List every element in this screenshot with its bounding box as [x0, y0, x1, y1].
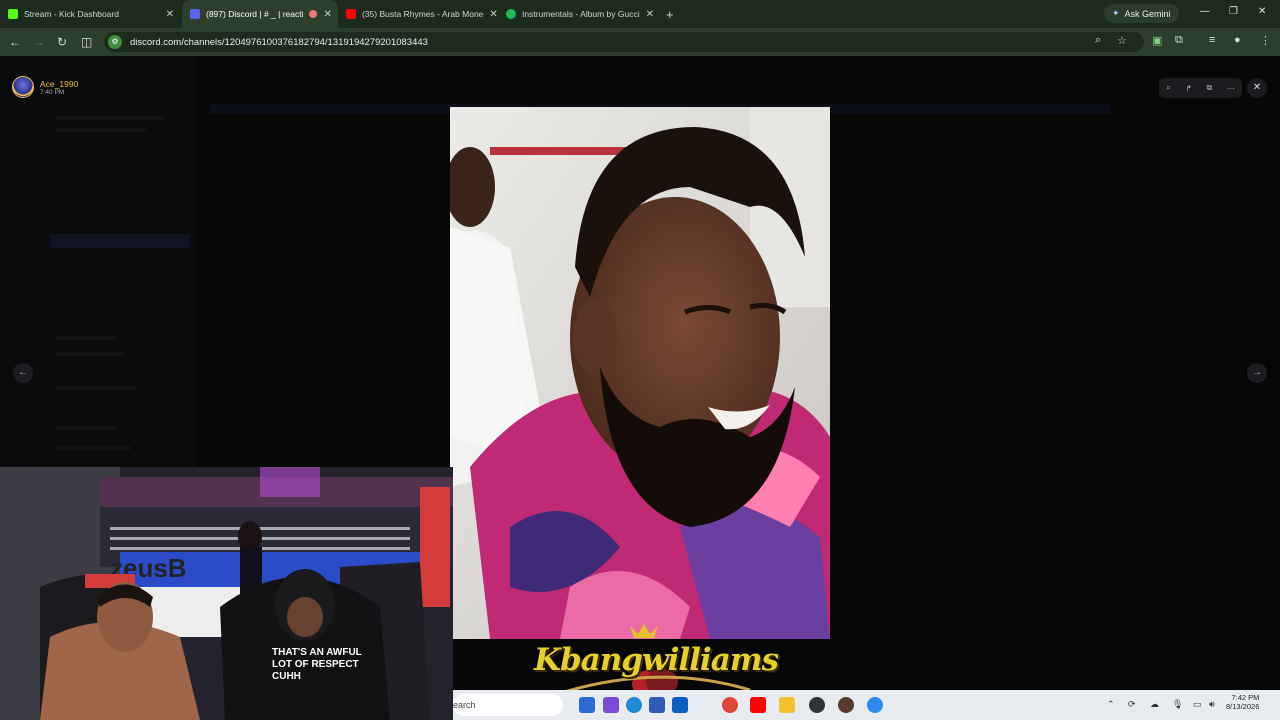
youtube-icon	[346, 9, 356, 19]
microphone-icon[interactable]: 🎙︎	[1172, 699, 1183, 710]
tab-discord[interactable]: (897) Discord | # _ | reacti ✕	[182, 0, 338, 28]
recording-indicator-icon	[309, 10, 318, 18]
previous-image-button[interactable]: ←	[13, 363, 33, 383]
clock-time: 7:42 PM	[1231, 693, 1260, 702]
browser-tab-bar: Stream - Kick Dashboard ✕ (897) Discord …	[0, 0, 1280, 28]
webcam-scene: zeusB	[0, 467, 453, 720]
address-bar[interactable]: ⚙ discord.com/channels/12049761003761827…	[104, 32, 1144, 52]
outlook-icon[interactable]	[672, 697, 688, 713]
poster-username[interactable]: Ace_1990	[40, 79, 78, 89]
tab-spotify[interactable]: Instrumentals - Album by Gucci ✕	[498, 0, 656, 28]
tab-title: Instrumentals - Album by Gucci	[522, 9, 640, 19]
reload-icon[interactable]: ↻	[57, 35, 67, 49]
site-info-icon[interactable]: ⚙	[108, 35, 122, 49]
taskbar-search[interactable]: earch	[453, 694, 563, 716]
portrait-illustration	[450, 107, 830, 639]
volume-icon[interactable]: 🔊︎	[1209, 699, 1215, 710]
file-explorer-icon[interactable]	[779, 697, 795, 713]
clock-date: 8/13/2026	[1226, 702, 1260, 711]
kick-icon	[8, 9, 18, 19]
app-avatar-icon[interactable]	[838, 697, 854, 713]
more-options-icon[interactable]: ⋯	[1227, 84, 1235, 93]
system-clock[interactable]: 7:42 PM 8/13/2026	[1226, 693, 1259, 711]
image-poster: Ace_1990 7:40 PM	[12, 76, 78, 98]
next-image-button[interactable]: →	[1247, 363, 1267, 383]
logo-text: Kbangwilliams	[534, 642, 779, 678]
chrome-icon[interactable]	[722, 697, 738, 713]
edge-icon[interactable]	[626, 697, 642, 713]
youtube-icon[interactable]	[750, 697, 766, 713]
back-icon[interactable]: ←	[9, 35, 21, 49]
forward-share-icon[interactable]: ↱	[1185, 84, 1192, 93]
zoom-icon[interactable]: ⌕	[1166, 83, 1170, 93]
display-icon[interactable]: ▭	[1193, 699, 1202, 710]
window-close-icon[interactable]: ✕	[1258, 6, 1266, 17]
tab-kick-dashboard[interactable]: Stream - Kick Dashboard ✕	[0, 0, 182, 28]
url-text: discord.com/channels/1204976100376182794…	[130, 36, 428, 48]
close-tab-icon[interactable]: ✕	[489, 9, 497, 20]
gemini-icon: ✦	[1112, 8, 1120, 18]
media-control-icon[interactable]: ≡	[1209, 34, 1215, 46]
close-tab-icon[interactable]: ✕	[166, 9, 174, 20]
image-toolbar: ⌕ ↱ ⧉ ⋯	[1159, 78, 1242, 98]
onedrive-icon[interactable]: ☁	[1150, 699, 1159, 710]
open-external-icon[interactable]: ⧉	[1206, 83, 1212, 93]
spotify-icon	[506, 9, 516, 19]
zoom-icon[interactable]: ⌕	[1095, 34, 1101, 47]
ask-gemini-label: Ask Gemini	[1124, 8, 1171, 19]
close-tab-icon[interactable]: ✕	[323, 9, 331, 20]
minimize-icon[interactable]: —	[1200, 6, 1210, 17]
split-view-icon[interactable]: ◫	[81, 35, 92, 49]
tab-title: (35) Busta Rhymes - Arab Mone	[362, 9, 484, 19]
vpn-icon[interactable]	[867, 697, 883, 713]
tab-youtube[interactable]: (35) Busta Rhymes - Arab Mone ✕	[338, 0, 498, 28]
search-label: earch	[453, 700, 476, 710]
windows-taskbar: earch ⌃ ⟳ ☁ 🎙︎ ▭ 🔊︎ 7:42 PM 8/13/2026	[453, 690, 1280, 720]
tray-expand-icon[interactable]: ⌃	[1107, 699, 1115, 710]
shirt-text: THAT'S AN AWFUL LOT OF RESPECT CUHH	[272, 647, 362, 682]
webcam-overlay: zeusB THAT'S AN AWFUL LOT OF RESPECT CUH…	[0, 467, 453, 720]
profile-icon[interactable]: ●	[1234, 34, 1241, 46]
avatar[interactable]	[12, 76, 34, 98]
post-timestamp: 7:40 PM	[40, 88, 65, 96]
store-icon[interactable]	[649, 697, 665, 713]
extension-badge-icon[interactable]: ▣	[1152, 34, 1162, 47]
discord-icon	[190, 9, 200, 19]
viewed-image	[450, 107, 830, 639]
bookmark-star-icon[interactable]: ☆	[1117, 34, 1127, 47]
obs-icon[interactable]	[809, 697, 825, 713]
task-view-icon[interactable]	[579, 697, 595, 713]
close-viewer-button[interactable]: ✕	[1247, 78, 1267, 98]
ask-gemini-button[interactable]: ✦ Ask Gemini	[1104, 4, 1179, 23]
extensions-icon[interactable]: ⧉	[1175, 34, 1183, 47]
tab-title: (897) Discord | # _ | reacti	[206, 9, 304, 19]
restore-icon[interactable]: ❐	[1229, 6, 1238, 17]
close-tab-icon[interactable]: ✕	[646, 9, 654, 20]
forward-icon[interactable]: →	[33, 35, 45, 49]
copilot-icon[interactable]	[603, 697, 619, 713]
menu-kebab-icon[interactable]: ⋮	[1260, 34, 1271, 47]
new-tab-button[interactable]: +	[666, 7, 674, 22]
tab-title: Stream - Kick Dashboard	[24, 9, 119, 19]
sync-icon[interactable]: ⟳	[1128, 699, 1136, 710]
